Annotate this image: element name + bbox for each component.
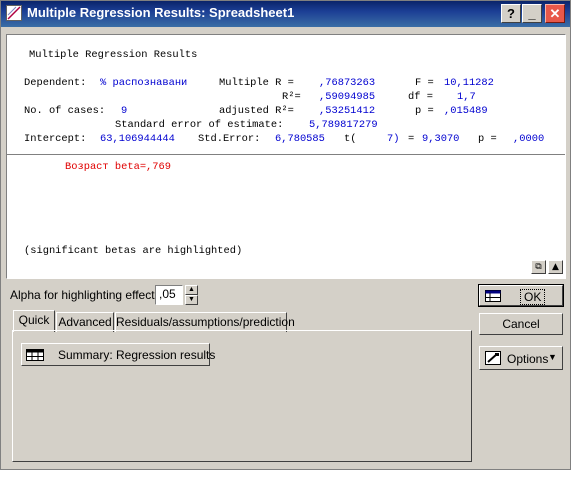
df-label: df = [408, 91, 433, 103]
options-icon [485, 351, 501, 368]
tab-quick[interactable]: Quick [13, 310, 55, 332]
close-button[interactable]: ✕ [545, 4, 565, 23]
alpha-label: Alpha for highlighting effects: [10, 288, 164, 302]
intercept-value: 63,106944444 [100, 133, 175, 145]
results-divider [7, 154, 565, 155]
multiple-r-value: ,76873263 [319, 77, 376, 89]
alpha-spinner[interactable]: ▲ ▼ [185, 285, 198, 305]
t-value: 9,3070 [422, 133, 460, 145]
summary-button[interactable]: Summary: Regression results [21, 343, 215, 366]
std-error-label: Std.Error: [198, 133, 261, 145]
results-text-area[interactable]: Multiple Regression Results Dependent: %… [6, 34, 566, 279]
dependent-value: % распознавани [100, 77, 188, 89]
window-title: Multiple Regression Results: Spreadsheet… [27, 5, 295, 20]
minimize-button[interactable]: _ [522, 4, 542, 23]
df-value: 1,7 [457, 91, 476, 103]
f-value: 10,11282 [444, 77, 494, 89]
summary-button-label: Summary: Regression results [58, 348, 216, 362]
tab-residuals[interactable]: Residuals/assumptions/prediction [115, 312, 295, 332]
p2-value: ,0000 [513, 133, 545, 145]
f-label: F = [415, 77, 434, 89]
beta-line: Возраст beta=,769 [65, 161, 172, 173]
cases-label: No. of cases: [24, 105, 106, 117]
spin-up-icon[interactable]: ▲ [185, 285, 198, 295]
options-button-label: Options [507, 352, 549, 366]
p2-label: p = [478, 133, 497, 145]
intercept-label: Intercept: [24, 133, 87, 145]
spin-down-icon[interactable]: ▼ [185, 295, 198, 305]
options-button[interactable]: Options ▼ [479, 346, 563, 370]
collapse-up-icon[interactable]: ▲ [548, 260, 563, 274]
copy-icon[interactable]: ⧉ [531, 260, 546, 274]
help-button[interactable]: ? [501, 4, 521, 23]
tab-advanced[interactable]: Advanced [56, 312, 114, 332]
adjusted-r2-label: adjusted R²= [219, 105, 294, 117]
significance-footnote: (significant betas are highlighted) [24, 245, 243, 257]
adjusted-r2-value: ,53251412 [319, 105, 376, 117]
table-icon [26, 349, 44, 364]
dependent-label: Dependent: [24, 77, 87, 89]
cancel-button[interactable]: Cancel [479, 313, 563, 335]
results-heading: Multiple Regression Results [29, 49, 198, 61]
std-err-est-label: Standard error of estimate: [115, 119, 284, 131]
cases-value: 9 [121, 105, 128, 117]
alpha-input[interactable]: ,05 [155, 285, 183, 305]
chevron-down-icon: ▼ [548, 352, 557, 362]
t-label: t( [344, 133, 357, 145]
p-value: ,015489 [444, 105, 488, 117]
t-equals: = [408, 133, 415, 145]
ok-button[interactable]: OK [478, 284, 564, 307]
multiple-r-label: Multiple R = [219, 77, 294, 89]
p-label: p = [415, 105, 434, 117]
t-df: 7) [387, 133, 400, 145]
ok-button-label: OK [520, 289, 546, 305]
r2-value: ,59094985 [319, 91, 376, 103]
r2-label: R²= [282, 91, 301, 103]
std-err-est-value: 5,789817279 [309, 119, 378, 131]
std-error-value: 6,780585 [275, 133, 325, 145]
chart-app-icon [6, 5, 22, 21]
ok-sheet-icon [485, 290, 501, 305]
